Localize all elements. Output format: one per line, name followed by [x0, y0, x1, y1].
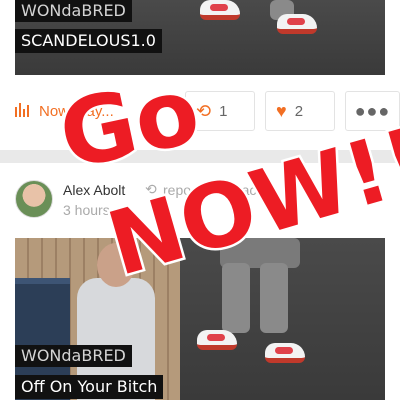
- waveform-icon: [15, 102, 31, 120]
- track-title-label[interactable]: SCANDELOUS1.0: [15, 29, 162, 53]
- track-artist-label[interactable]: WONdaBRED: [15, 345, 132, 367]
- artwork-shoe: [197, 330, 237, 350]
- artwork-shoe: [277, 14, 317, 34]
- track-artist-label[interactable]: WONdaBRED: [15, 0, 132, 22]
- track-title-label[interactable]: Off On Your Bitch: [15, 375, 164, 399]
- avatar[interactable]: [15, 180, 53, 218]
- artwork-shoe: [265, 343, 305, 363]
- artwork-shoe: [200, 0, 240, 20]
- heart-icon: ♥: [276, 101, 287, 121]
- artwork-legs: [222, 263, 250, 333]
- like-count: 2: [294, 102, 304, 120]
- repost-count: 1: [219, 102, 228, 120]
- artwork-legs: [260, 263, 288, 333]
- like-button[interactable]: ♥ 2: [265, 91, 335, 131]
